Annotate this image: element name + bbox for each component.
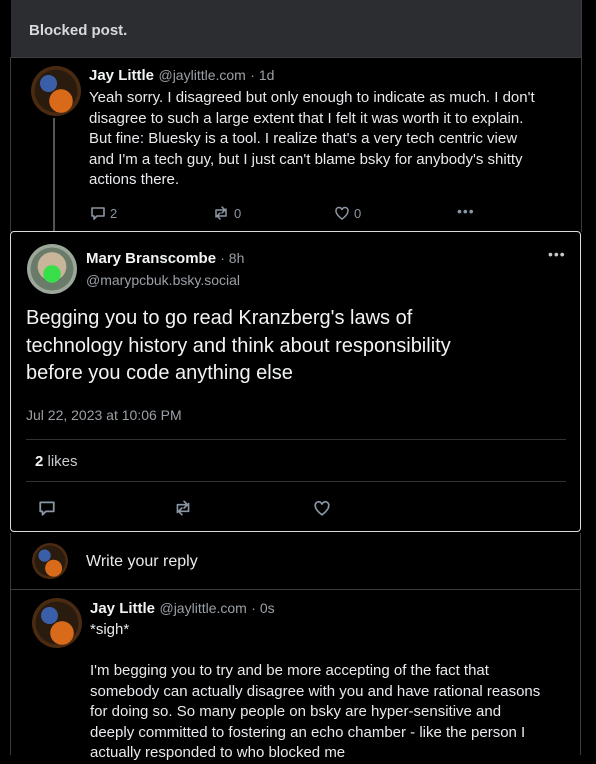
author-name[interactable]: Jay Little <box>90 600 155 617</box>
like-icon <box>335 206 349 220</box>
likes-summary[interactable]: 2 likes <box>35 453 78 470</box>
text-line: But fine: Bluesky is a tool. I realize t… <box>89 130 518 147</box>
like-icon <box>314 500 330 516</box>
author-handle[interactable]: @jaylittle.com <box>158 67 245 83</box>
thread-view: Blocked post. Jay Little @jaylittle.com … <box>0 0 596 761</box>
reply-button[interactable]: 2 <box>90 205 117 221</box>
repost-count: 0 <box>234 205 242 221</box>
divider <box>26 439 566 440</box>
text-line: technology history and think about respo… <box>26 334 451 357</box>
post-age: · 0s <box>251 600 275 616</box>
text-line: Begging you to go read Kranzberg's laws … <box>26 307 413 329</box>
blocked-post-banner[interactable]: Blocked post. <box>11 0 581 58</box>
text-line <box>90 641 540 662</box>
like-button[interactable]: 0 <box>334 205 361 221</box>
text-line: before you code anything else <box>26 362 293 384</box>
reply-icon <box>91 207 105 220</box>
thread-connector-line <box>53 118 55 232</box>
reply-count: 2 <box>110 205 118 221</box>
right-border <box>581 0 582 232</box>
post-age: · 8h <box>220 250 245 266</box>
like-count: 0 <box>354 205 362 221</box>
text-line: for doing so. So many people on bsky are… <box>90 703 502 720</box>
text-line: actions there. <box>89 171 180 188</box>
text-line: deeply committed to fostering an echo ch… <box>90 723 526 741</box>
avatar[interactable] <box>32 598 82 648</box>
author-name[interactable]: Mary Branscombe <box>86 250 216 267</box>
author-handle[interactable]: @marypcbuk.bsky.social <box>86 272 240 288</box>
repost-icon <box>176 500 190 516</box>
text-line: *sigh* <box>90 621 130 638</box>
reply-composer-placeholder[interactable]: Write your reply <box>86 553 198 571</box>
avatar <box>32 543 68 579</box>
focused-post-header: Mary Branscombe · 8h <box>86 250 244 267</box>
divider <box>26 481 566 482</box>
reply-composer[interactable]: Write your reply <box>10 533 581 590</box>
parent-post-header: Jay Little @jaylittle.com · 1d <box>89 67 274 85</box>
text-line: and I'm a tech guy, but I just can't bla… <box>89 150 523 168</box>
left-border <box>10 57 11 232</box>
text-line: I'm begging you to try and be more accep… <box>90 662 489 679</box>
repost-button[interactable]: 0 <box>212 205 241 221</box>
parent-post-text: Yeah sorry. I disagreed but only enough … <box>89 88 535 191</box>
reply-icon <box>39 501 55 516</box>
avatar[interactable] <box>27 244 77 294</box>
text-line: disagree to such a large extent that I f… <box>89 109 524 127</box>
reply-post[interactable]: Jay Little @jaylittle.com · 0s *sigh* I'… <box>10 589 581 761</box>
more-icon[interactable]: ••• <box>457 203 475 219</box>
repost-button[interactable] <box>173 499 193 517</box>
reply-button[interactable] <box>38 499 56 517</box>
post-timestamp: Jul 22, 2023 at 10:06 PM <box>26 407 182 423</box>
post-age: · 1d <box>250 67 275 83</box>
likes-count: 2 <box>35 453 44 470</box>
like-button[interactable] <box>313 499 331 517</box>
blocked-post-label: Blocked post. <box>29 22 128 39</box>
author-handle[interactable]: @jaylittle.com <box>159 600 246 616</box>
reply-post-header: Jay Little @jaylittle.com · 0s <box>90 600 275 618</box>
repost-icon <box>215 206 227 220</box>
text-line: Yeah sorry. I disagreed but only enough … <box>89 89 535 106</box>
author-name[interactable]: Jay Little <box>89 67 154 84</box>
more-icon[interactable]: ••• <box>548 246 566 262</box>
avatar[interactable] <box>31 66 81 116</box>
text-line: somebody can actually disagree with you … <box>90 682 541 700</box>
reply-post-text: *sigh* I'm begging you to try and be mor… <box>90 620 540 764</box>
focused-post-text: Begging you to go read Kranzberg's laws … <box>26 305 451 388</box>
focused-post: Mary Branscombe · 8h @marypcbuk.bsky.soc… <box>10 231 581 532</box>
text-line: actually responded to who blocked me <box>90 744 346 761</box>
likes-label: likes <box>47 453 78 470</box>
